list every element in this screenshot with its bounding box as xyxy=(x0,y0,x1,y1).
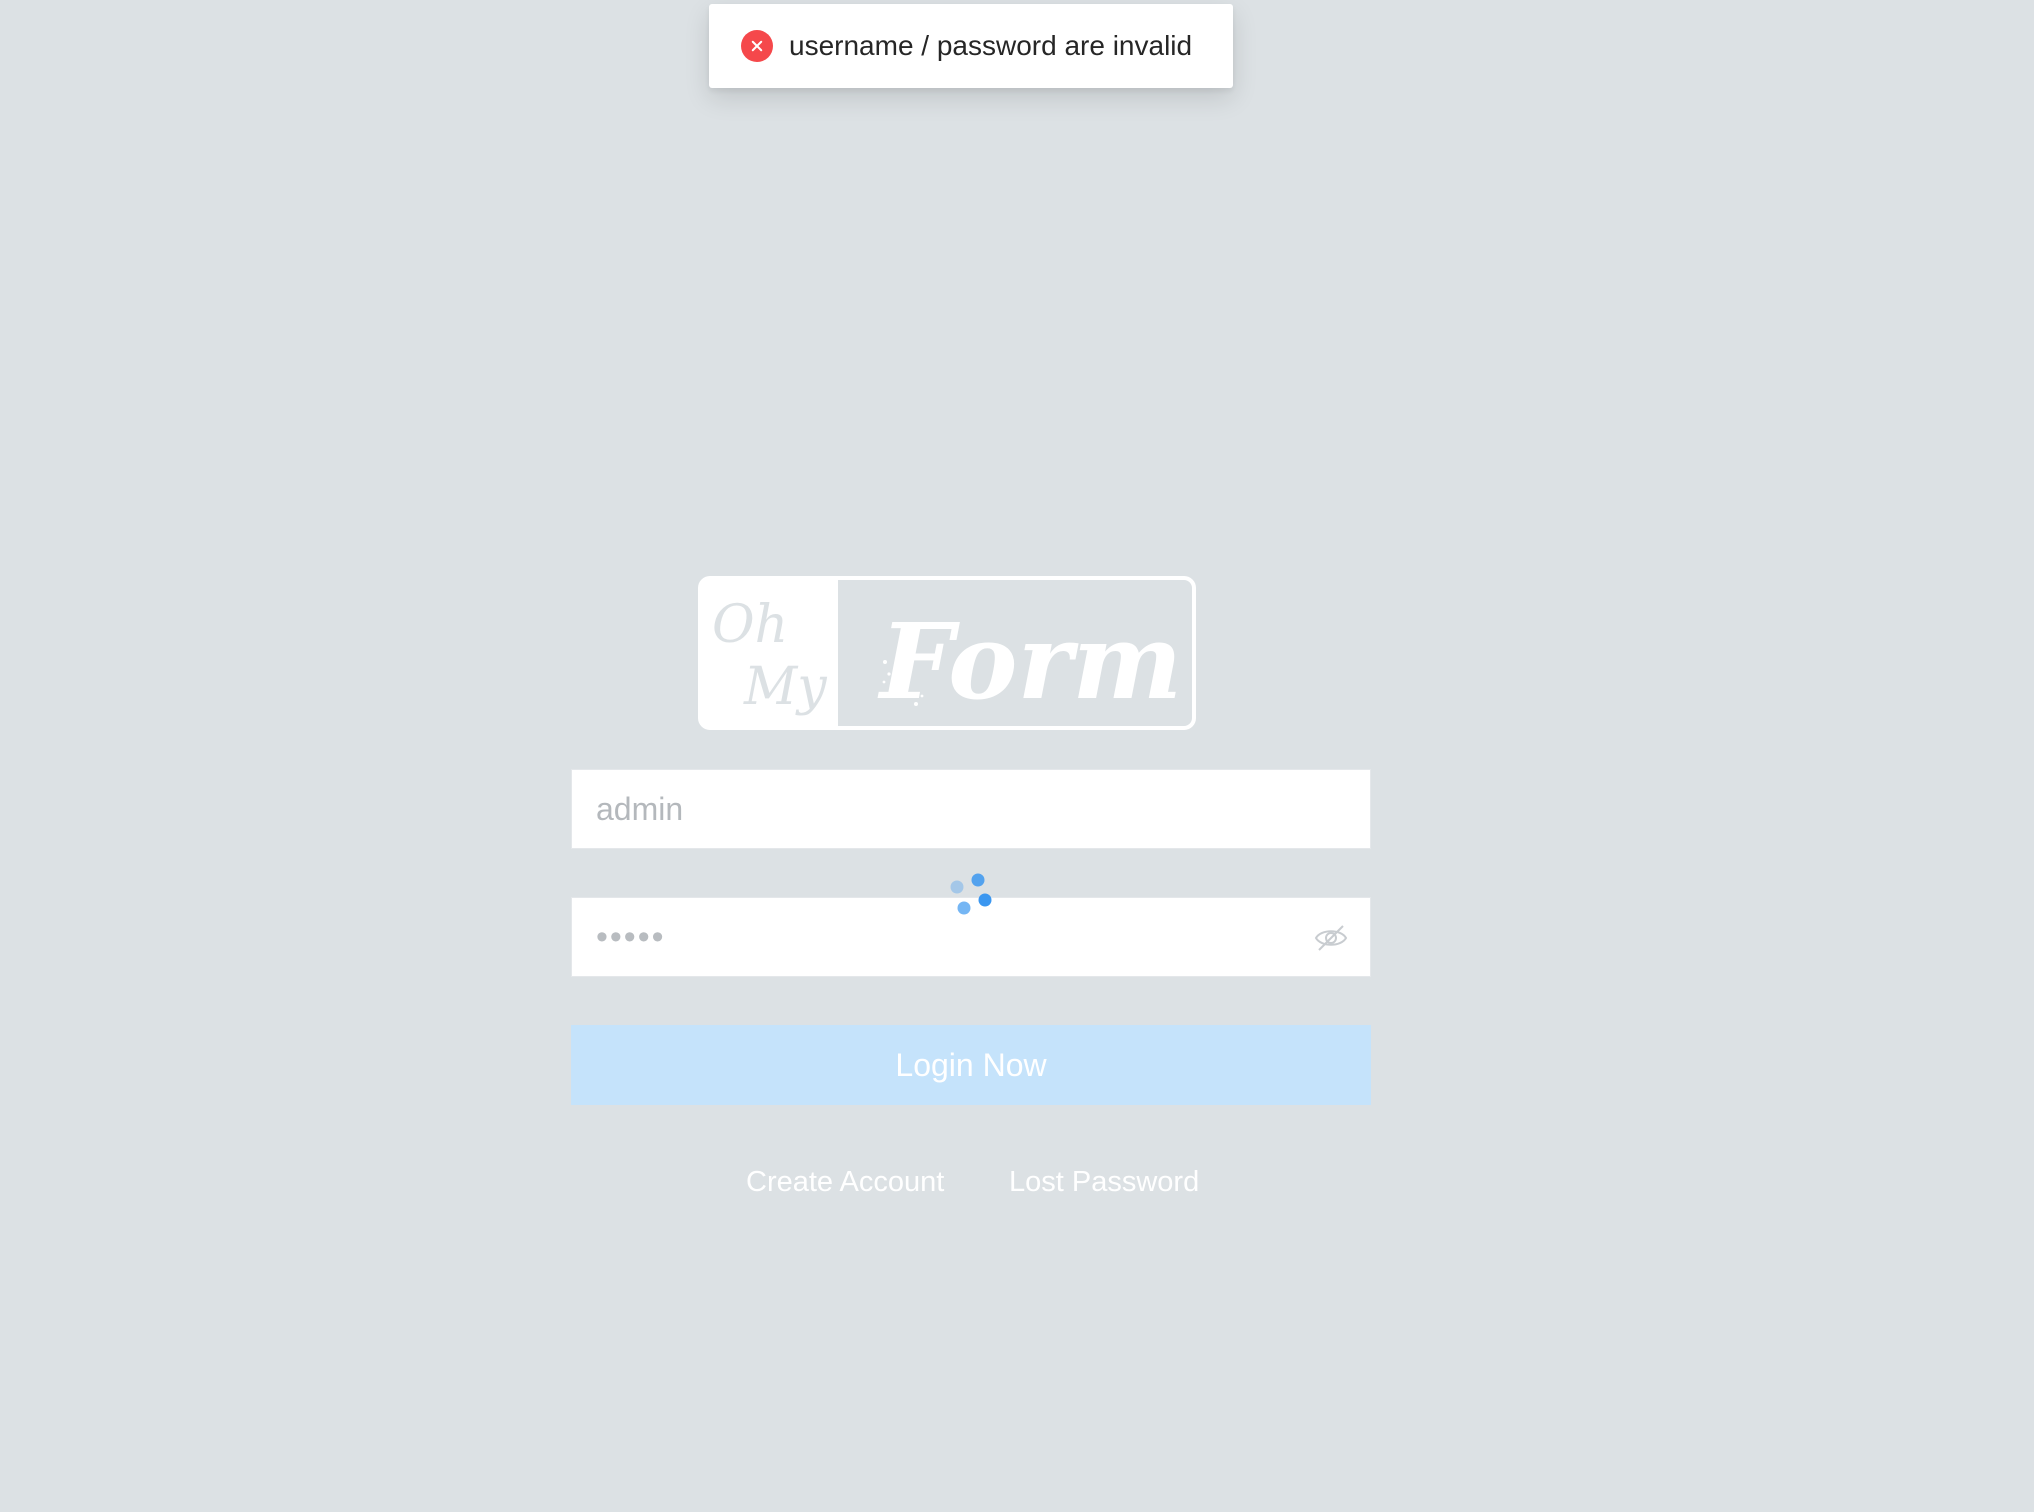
svg-text:Form: Form xyxy=(877,600,1182,723)
svg-text:My: My xyxy=(743,657,827,717)
username-field[interactable] xyxy=(571,769,1371,849)
toast-message: username / password are invalid xyxy=(789,30,1193,61)
oh-my-form-logo: Oh My Form xyxy=(698,576,1196,730)
loading-spinner-icon xyxy=(950,873,992,915)
username-input[interactable] xyxy=(572,770,1370,848)
eye-off-icon[interactable] xyxy=(1314,922,1348,954)
svg-text:Oh: Oh xyxy=(712,595,788,655)
create-account-link[interactable]: Create Account xyxy=(746,1166,944,1199)
auth-links: Create Account Lost Password xyxy=(0,1166,2034,1206)
error-toast: username / password are invalid xyxy=(709,4,1233,88)
lost-password-link[interactable]: Lost Password xyxy=(1009,1166,1199,1199)
login-button[interactable]: Login Now xyxy=(571,1025,1371,1105)
error-circle-icon xyxy=(741,30,773,62)
login-page: username / password are invalid Oh My Fo… xyxy=(0,0,2034,1512)
